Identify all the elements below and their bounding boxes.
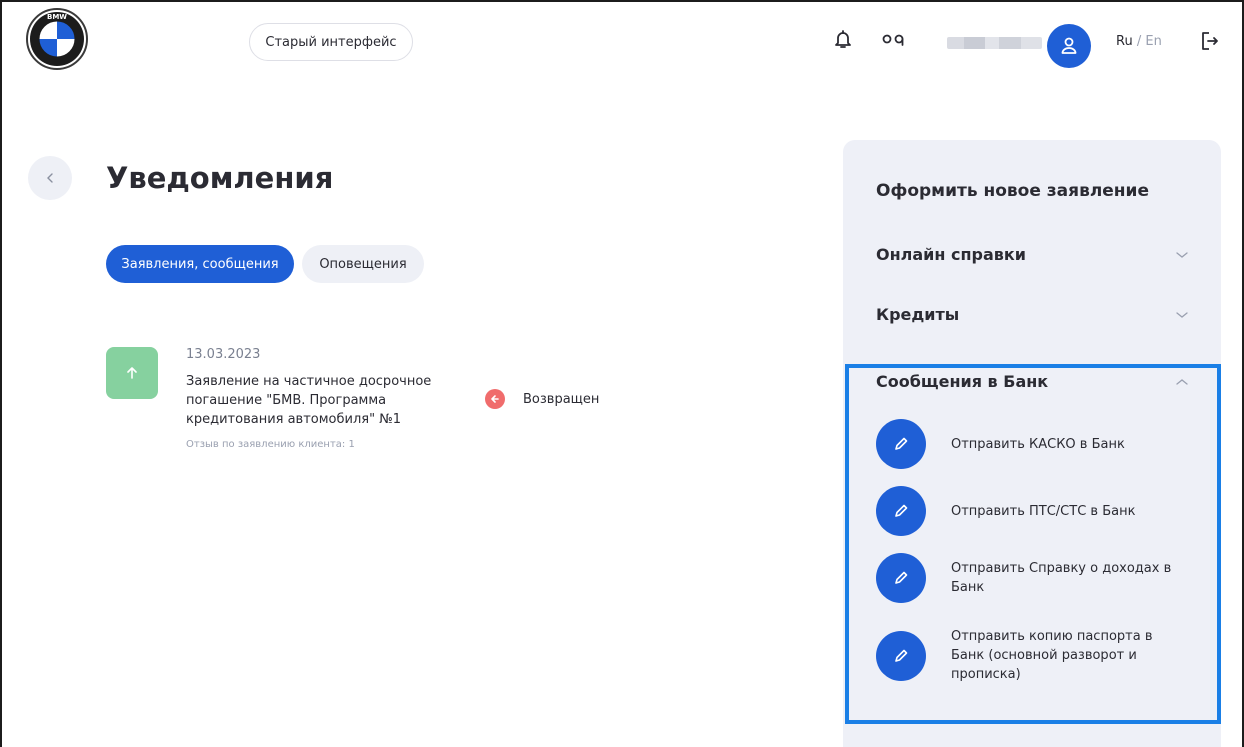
accordion-credits[interactable]: Кредиты [876,305,1188,324]
language-switch[interactable]: Ru / En [1116,34,1162,49]
old-interface-button[interactable]: Старый интерфейс [249,23,413,61]
logout-icon[interactable] [1200,30,1220,52]
notification-text[interactable]: Заявление на частичное досрочное погашен… [186,372,466,429]
arrow-left-icon [491,395,499,403]
lang-separator: / [1132,34,1146,49]
notification-status: Возвращен [485,389,599,409]
glasses-icon[interactable] [880,30,906,48]
action-label: Отправить ПТС/СТС в Банк [951,503,1136,519]
user-avatar[interactable] [1047,24,1091,68]
action-send-pts-sts[interactable]: Отправить ПТС/СТС в Банк [876,486,1196,536]
back-button[interactable] [28,156,72,200]
status-label: Возвращен [523,391,600,407]
tab-alerts[interactable]: Оповещения [302,245,424,283]
accordion-messages-to-bank[interactable]: Сообщения в Банк [876,372,1188,391]
page-title: Уведомления [106,161,334,195]
pencil-button[interactable] [876,553,926,603]
chevron-left-icon [47,173,53,183]
notification-type-badge [106,347,158,399]
notification-feedback: Отзыв по заявлению клиента: 1 [186,439,355,450]
accordion-label: Сообщения в Банк [876,372,1049,391]
user-name-blurred [947,37,1042,49]
bmw-logo-icon: BMW [30,12,84,66]
pencil-button[interactable] [876,486,926,536]
action-label: Отправить КАСКО в Банк [951,436,1125,452]
action-send-income-certificate[interactable]: Отправить Справку о доходах в Банк [876,553,1196,603]
action-label: Отправить копию паспорта в Банк (основно… [951,629,1153,682]
bmw-logo[interactable]: BMW [26,8,88,70]
accordion-label: Кредиты [876,305,960,324]
notification-date: 13.03.2023 [186,347,261,362]
logo-letters: BMW [47,13,67,21]
panel-title: Оформить новое заявление [876,181,1149,201]
tab-applications-messages[interactable]: Заявления, сообщения [106,245,294,283]
pencil-icon [895,571,908,584]
status-returned-icon [485,389,505,409]
pencil-icon [895,649,908,662]
action-label: Отправить Справку о доходах в Банк [951,561,1172,595]
bell-icon[interactable] [832,28,854,50]
pencil-icon [895,437,908,450]
chevron-down-icon [1176,311,1188,318]
pencil-button[interactable] [876,419,926,469]
action-send-passport-copy[interactable]: Отправить копию паспорта в Банк (основно… [876,627,1196,684]
chevron-up-icon [1176,378,1188,385]
user-icon [1061,37,1077,54]
arrow-up-icon [127,367,137,379]
lang-en[interactable]: En [1145,34,1161,49]
pencil-icon [895,504,908,517]
accordion-online-certificates[interactable]: Онлайн справки [876,245,1188,264]
pencil-button[interactable] [876,630,926,681]
lang-ru[interactable]: Ru [1116,34,1133,49]
chevron-down-icon [1176,251,1188,258]
accordion-label: Онлайн справки [876,245,1026,264]
action-send-kasko[interactable]: Отправить КАСКО в Банк [876,419,1196,469]
